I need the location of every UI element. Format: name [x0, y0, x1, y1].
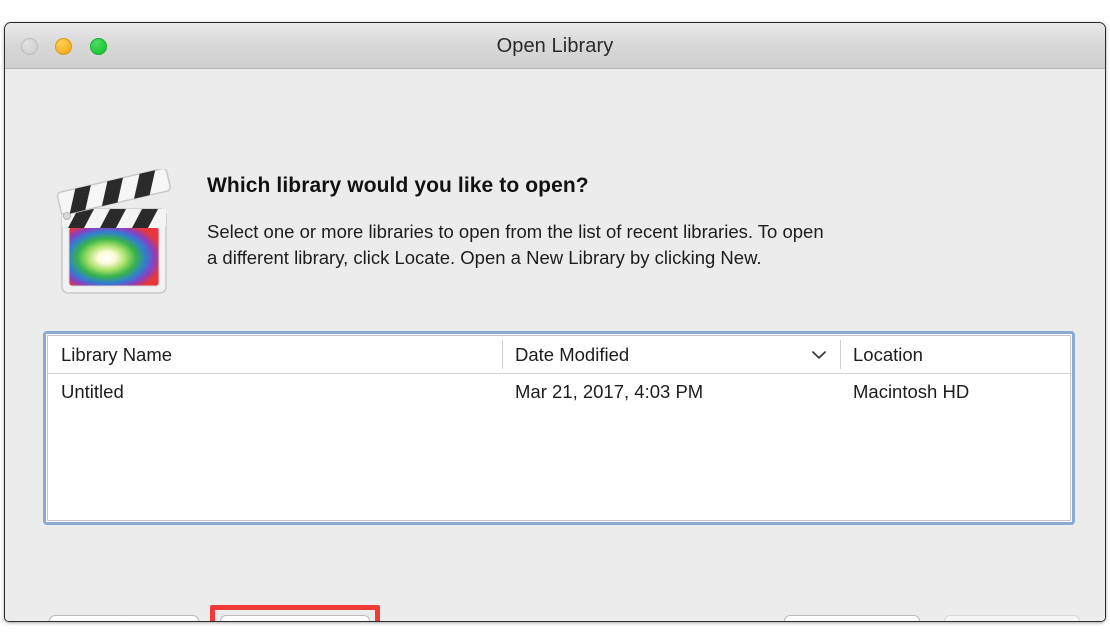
library-list-focus-ring: Library Name Date Modified Location Unti… [43, 331, 1075, 525]
window-titlebar: Open Library [5, 23, 1105, 69]
dialog-headline: Which library would you like to open? [207, 174, 589, 197]
window-title: Open Library [496, 35, 614, 57]
final-cut-pro-clapperboard-icon [56, 169, 172, 294]
chevron-down-icon[interactable] [812, 350, 826, 359]
cell-location: Macintosh HD [853, 381, 970, 402]
choose-button: Choose [944, 615, 1080, 621]
library-list[interactable]: Library Name Date Modified Location Unti… [47, 335, 1071, 521]
cancel-button[interactable]: Cancel [784, 615, 920, 621]
column-header-label: Location [853, 343, 923, 365]
dialog-content: Which library would you like to open? Se… [5, 69, 1105, 621]
column-header-library-name[interactable]: Library Name [48, 336, 502, 373]
dialog-body-text: Select one or more libraries to open fro… [207, 221, 824, 268]
column-header-location[interactable]: Location [840, 336, 1070, 373]
library-list-header: Library Name Date Modified Location [48, 336, 1070, 374]
column-header-date-modified[interactable]: Date Modified [502, 336, 840, 373]
locate-button[interactable]: Locate... [49, 615, 199, 621]
cell-date-modified: Mar 21, 2017, 4:03 PM [515, 381, 704, 402]
open-library-dialog-window: Open Library Which library would you lik… [4, 22, 1106, 622]
column-header-label: Date Modified [515, 343, 630, 365]
library-list-body: Untitled Mar 21, 2017, 4:03 PM Macintosh… [48, 374, 1070, 410]
column-header-label: Library Name [61, 343, 173, 365]
table-row[interactable]: Untitled Mar 21, 2017, 4:03 PM Macintosh… [48, 374, 1070, 410]
cell-library-name: Untitled [61, 381, 124, 402]
new-button[interactable]: New... [220, 615, 370, 621]
